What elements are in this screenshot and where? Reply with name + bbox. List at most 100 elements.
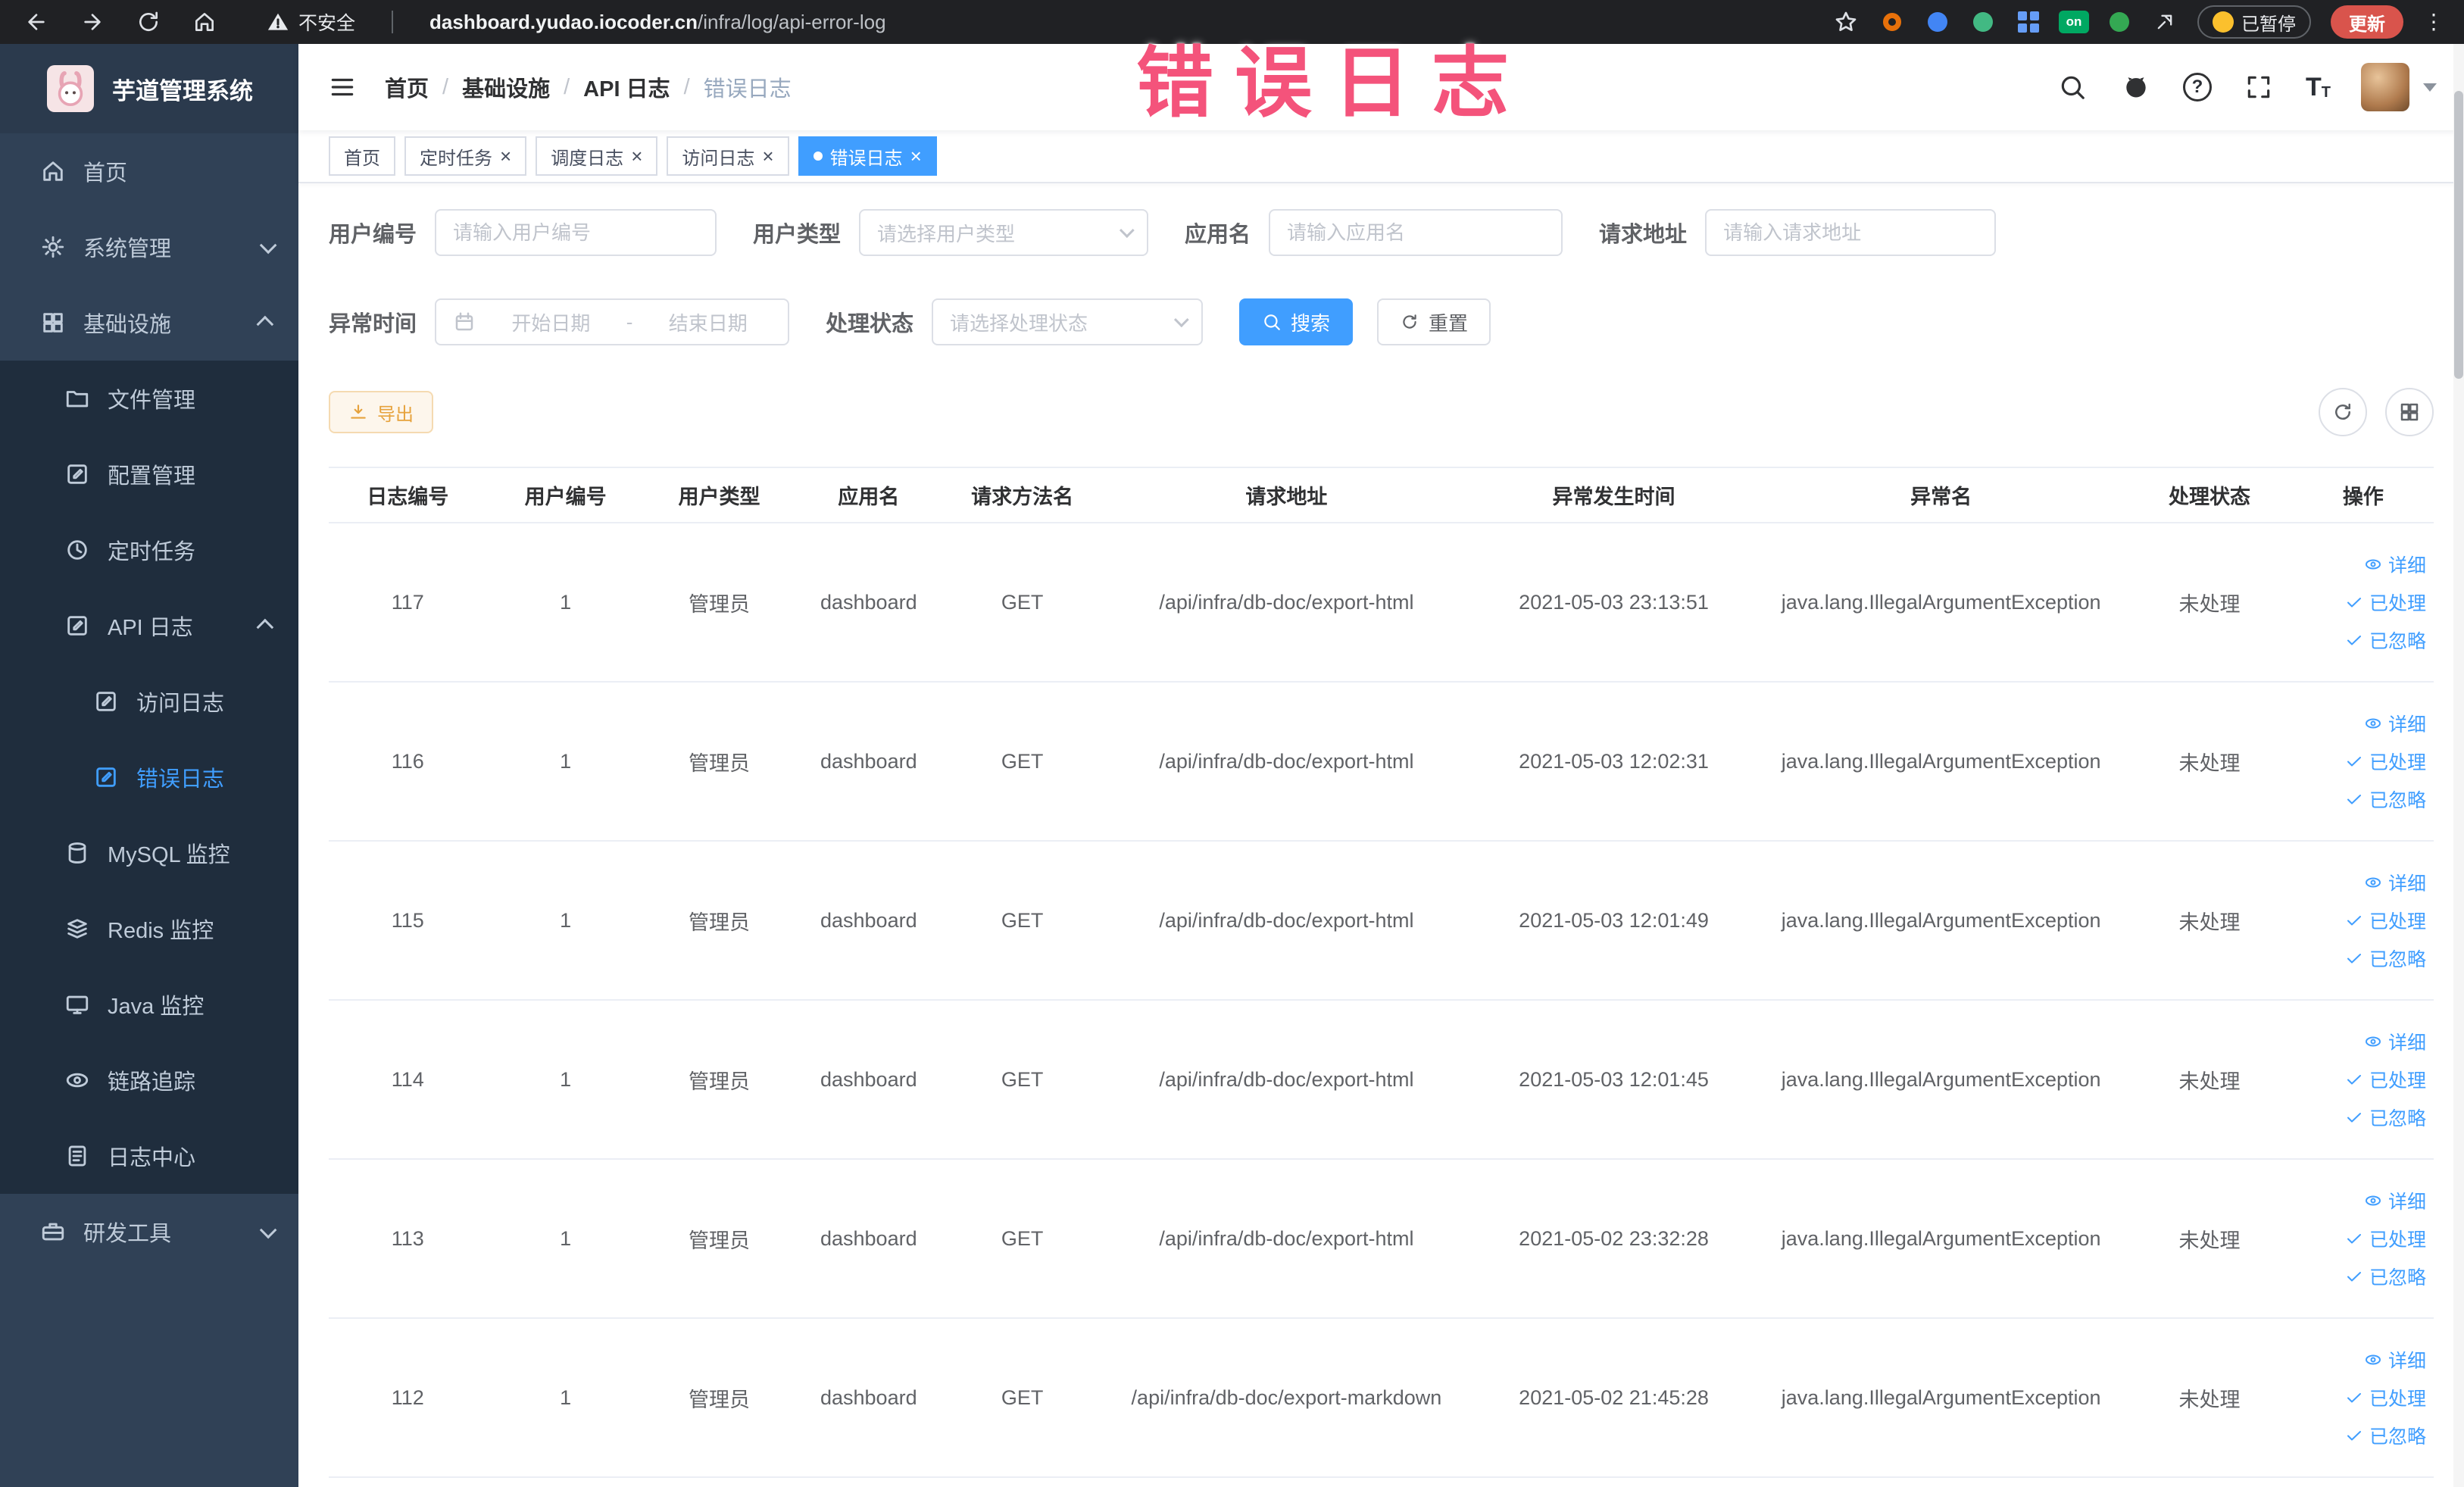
cell-method: GET (943, 1318, 1101, 1478)
forward-icon[interactable] (79, 8, 106, 36)
extension-icon-5[interactable] (2106, 9, 2132, 35)
detail-link[interactable]: 详细 (2364, 710, 2426, 737)
tab-home[interactable]: 首页 (329, 136, 395, 176)
mark-ignored-link[interactable]: 已忽略 (2345, 1263, 2426, 1290)
tab-schedule-log[interactable]: 调度日志 × (536, 136, 658, 176)
close-icon[interactable]: × (500, 146, 511, 166)
sidebar-item-redis-monitor[interactable]: Redis 监控 (0, 891, 298, 967)
update-button[interactable]: 更新 (2331, 5, 2403, 39)
sidebar-item-dev-tools[interactable]: 研发工具 (0, 1194, 298, 1270)
url-bar[interactable]: dashboard.yudao.iocoder.cn/infra/log/api… (429, 11, 886, 34)
github-icon[interactable] (2119, 70, 2153, 104)
mark-processed-link[interactable]: 已处理 (2345, 907, 2426, 934)
mark-processed-link[interactable]: 已处理 (2345, 748, 2426, 775)
active-tab-dot (813, 152, 823, 161)
home-menu-icon (39, 158, 67, 185)
avatar[interactable] (2361, 63, 2409, 111)
reset-button[interactable]: 重置 (1377, 298, 1491, 345)
sidebar-item-infrastructure[interactable]: 基础设施 (0, 285, 298, 361)
table-row[interactable]: 112 1 管理员 dashboard GET /api/infra/db-do… (329, 1318, 2434, 1478)
breadcrumb-home[interactable]: 首页 (385, 71, 429, 103)
sidebar-item-home[interactable]: 首页 (0, 133, 298, 209)
sidebar-item-mysql-monitor[interactable]: MySQL 监控 (0, 815, 298, 891)
sidebar-item-api-log[interactable]: API 日志 (0, 588, 298, 664)
mark-processed-link[interactable]: 已处理 (2345, 1225, 2426, 1252)
sidebar-item-access-log[interactable]: 访问日志 (0, 664, 298, 739)
detail-link[interactable]: 详细 (2364, 1187, 2426, 1214)
bookmark-star-icon[interactable] (1832, 8, 1860, 36)
sidebar-item-error-log[interactable]: 错误日志 (0, 739, 298, 815)
mark-ignored-link[interactable]: 已忽略 (2345, 626, 2426, 654)
security-indicator[interactable]: 不安全 (267, 8, 355, 36)
back-icon[interactable] (23, 8, 50, 36)
close-icon[interactable]: × (631, 146, 642, 166)
extension-icon-2[interactable] (1925, 9, 1950, 35)
tab-scheduled-tasks[interactable]: 定时任务 × (404, 136, 527, 176)
sidebar-item-file-management[interactable]: 文件管理 (0, 361, 298, 436)
export-button[interactable]: 导出 (329, 391, 433, 433)
mark-processed-link[interactable]: 已处理 (2345, 589, 2426, 616)
reload-icon[interactable] (135, 8, 162, 36)
search-button[interactable]: 搜索 (1239, 298, 1354, 345)
detail-link[interactable]: 详细 (2364, 551, 2426, 578)
table-row[interactable]: 115 1 管理员 dashboard GET /api/infra/db-do… (329, 841, 2434, 1001)
table-row[interactable]: 117 1 管理员 dashboard GET /api/infra/db-do… (329, 523, 2434, 683)
table-row[interactable]: 116 1 管理员 dashboard GET /api/infra/db-do… (329, 682, 2434, 842)
extension-icon-1[interactable] (1879, 9, 1905, 35)
mark-ignored-link[interactable]: 已忽略 (2345, 945, 2426, 972)
process-status-select[interactable]: 请选择处理状态 (932, 298, 1204, 345)
sidebar-item-system-management[interactable]: 系统管理 (0, 209, 298, 285)
search-icon[interactable] (2056, 70, 2089, 104)
extension-icon-4[interactable] (2016, 9, 2041, 35)
font-size-icon[interactable]: TT (2306, 74, 2331, 100)
browser-menu-icon[interactable]: ⋮ (2423, 11, 2444, 33)
home-icon[interactable] (191, 8, 218, 36)
tab-access-log[interactable]: 访问日志 × (667, 136, 789, 176)
extension-icon-6[interactable] (2152, 9, 2178, 35)
detail-link[interactable]: 详细 (2364, 1346, 2426, 1373)
app-name-input[interactable] (1269, 209, 1563, 256)
sidebar-item-java-monitor[interactable]: Java 监控 (0, 967, 298, 1042)
avatar-caret-icon[interactable] (2423, 83, 2437, 92)
sidebar-item-scheduled-tasks[interactable]: 定时任务 (0, 512, 298, 588)
mark-ignored-link[interactable]: 已忽略 (2345, 1422, 2426, 1449)
sidebar-item-config-management[interactable]: 配置管理 (0, 436, 298, 512)
close-icon[interactable]: × (910, 146, 922, 166)
check-icon (2347, 636, 2361, 645)
cell-status: 未处理 (2126, 1000, 2293, 1160)
mark-processed-link[interactable]: 已处理 (2345, 1384, 2426, 1411)
tab-error-log[interactable]: 错误日志 × (798, 136, 937, 176)
column-settings-button[interactable] (2385, 388, 2434, 436)
user-id-input[interactable] (435, 209, 717, 256)
fullscreen-icon[interactable] (2242, 70, 2275, 104)
breadcrumb-api-log[interactable]: API 日志 (583, 71, 670, 103)
scrollbar-thumb[interactable] (2454, 91, 2463, 379)
help-icon[interactable]: ? (2183, 73, 2212, 102)
mark-processed-link[interactable]: 已处理 (2345, 1066, 2426, 1093)
request-url-input[interactable] (1705, 209, 1997, 256)
cell-method: GET (943, 682, 1101, 842)
extension-icon-on[interactable]: on (2059, 9, 2089, 35)
date-range-picker[interactable]: 开始日期 - 结束日期 (435, 298, 790, 345)
access-log-icon (92, 688, 120, 715)
table-row[interactable]: 114 1 管理员 dashboard GET /api/infra/db-do… (329, 1000, 2434, 1160)
detail-link[interactable]: 详细 (2364, 869, 2426, 896)
table-row[interactable]: 113 1 管理员 dashboard GET /api/infra/db-do… (329, 1159, 2434, 1319)
detail-link[interactable]: 详细 (2364, 1028, 2426, 1055)
col-user-type: 用户类型 (644, 467, 795, 523)
sidebar-item-trace[interactable]: 链路追踪 (0, 1042, 298, 1118)
mark-ignored-link[interactable]: 已忽略 (2345, 1104, 2426, 1131)
close-icon[interactable]: × (762, 146, 773, 166)
mark-ignored-link[interactable]: 已忽略 (2345, 786, 2426, 813)
header-actions: ? TT (2056, 63, 2437, 111)
breadcrumb-infrastructure[interactable]: 基础设施 (462, 71, 550, 103)
extension-icon-3[interactable] (1970, 9, 1996, 35)
sidebar-item-log-center[interactable]: 日志中心 (0, 1118, 298, 1194)
sidebar-toggle-icon[interactable] (326, 70, 359, 104)
user-type-select[interactable]: 请选择用户类型 (859, 209, 1149, 256)
cell-exception-time: 2021-05-02 23:32:28 (1471, 1159, 1757, 1319)
refresh-table-button[interactable] (2319, 388, 2367, 436)
paused-badge[interactable]: 已暂停 (2197, 5, 2311, 39)
logo[interactable]: 芋道管理系统 (0, 44, 298, 133)
cell-user-type: 管理员 (644, 523, 795, 683)
